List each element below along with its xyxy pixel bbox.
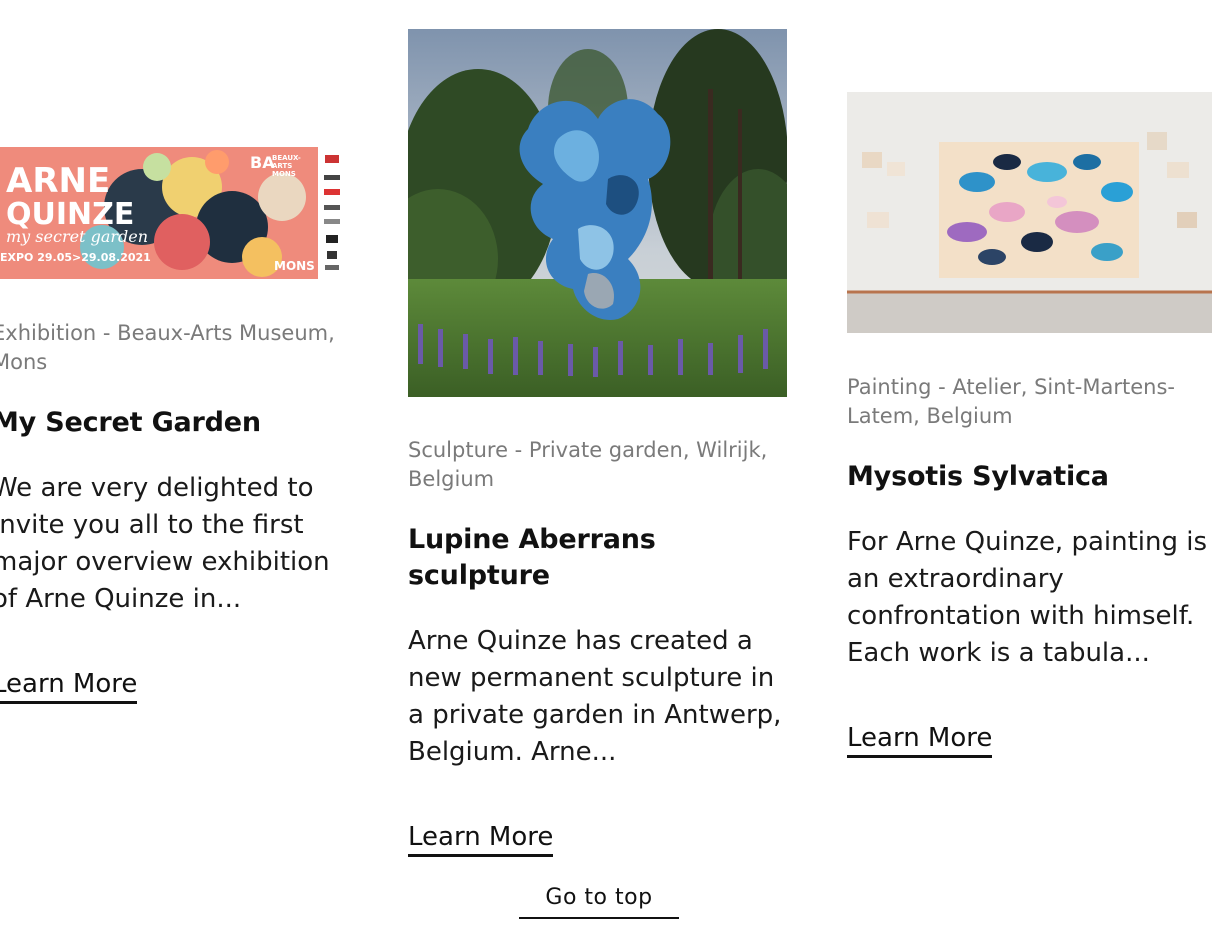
poster-name-line1: ARNE <box>6 161 111 201</box>
learn-more-link[interactable]: Learn More <box>0 668 138 704</box>
article-title[interactable]: My Secret Garden <box>0 405 348 441</box>
article-card-lupine-aberrans: Sculpture - Private garden, Wilrijk, Bel… <box>408 29 787 857</box>
poster-logo-mark: BA <box>250 153 275 172</box>
learn-more-link[interactable]: Learn More <box>408 821 554 857</box>
article-excerpt: Arne Quinze has created a new permanent … <box>408 626 782 767</box>
article-card-my-secret-garden: ARNE QUINZE my secret garden EXPO 29.05>… <box>0 147 348 704</box>
article-meta: Exhibition - Beaux-Arts Museum, Mons <box>0 321 335 374</box>
poster-city: MONS <box>274 259 315 273</box>
poster-subtitle: my secret garden <box>6 227 149 246</box>
article-image-lupine-aberrans[interactable] <box>408 29 787 397</box>
article-title[interactable]: Mysotis Sylvatica <box>847 459 1212 495</box>
article-image-my-secret-garden[interactable]: ARNE QUINZE my secret garden EXPO 29.05>… <box>0 147 348 279</box>
sculpture-photo <box>408 29 787 397</box>
sponsor-logos-icon <box>324 155 340 270</box>
page: ARNE QUINZE my secret garden EXPO 29.05>… <box>0 0 1212 926</box>
article-excerpt: We are very delighted to invite you all … <box>0 473 330 614</box>
poster-sponsor-strip <box>318 147 348 279</box>
exhibition-poster: ARNE QUINZE my secret garden EXPO 29.05>… <box>0 147 348 279</box>
painting-photo <box>847 92 1212 333</box>
article-card-mysotis-sylvatica: Painting - Atelier, Sint-Martens-Latem, … <box>847 92 1212 758</box>
learn-more-link[interactable]: Learn More <box>847 722 993 758</box>
article-image-mysotis-sylvatica[interactable] <box>847 92 1212 333</box>
article-meta: Sculpture - Private garden, Wilrijk, Bel… <box>408 438 768 491</box>
article-meta: Painting - Atelier, Sint-Martens-Latem, … <box>847 375 1175 428</box>
go-to-top-button[interactable]: Go to top <box>519 881 679 919</box>
article-title[interactable]: Lupine Aberrans sculpture <box>408 522 787 594</box>
poster-dates: EXPO 29.05>29.08.2021 <box>0 251 151 264</box>
poster-logo-text: BEAUX-ARTS MONS <box>272 154 301 178</box>
article-excerpt: For Arne Quinze, painting is an extraord… <box>847 527 1208 668</box>
